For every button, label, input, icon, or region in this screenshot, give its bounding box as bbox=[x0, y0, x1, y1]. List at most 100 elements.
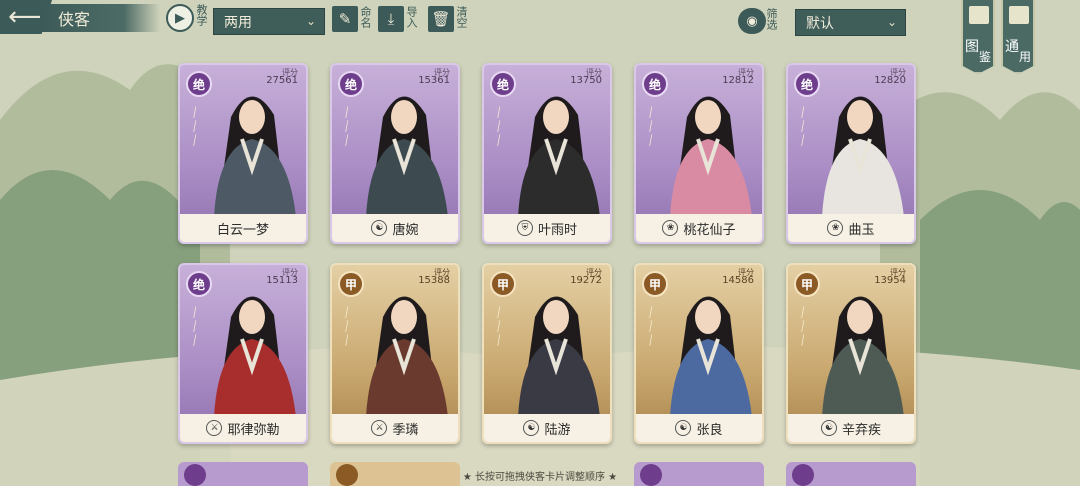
score-value: 12812 bbox=[722, 75, 754, 86]
face-shape bbox=[695, 100, 721, 134]
hero-name: 张良 bbox=[696, 422, 723, 438]
screen-label: 筛选 bbox=[765, 8, 778, 30]
name-plate: ⛨ 叶雨时 bbox=[484, 214, 610, 242]
rank-badge: 甲 bbox=[338, 271, 364, 297]
atlas-banner-button[interactable]: 图 鉴 bbox=[961, 0, 995, 74]
drag-hint-text: ★ 长按可拖拽侠客卡片调整顺序 ★ bbox=[462, 472, 618, 483]
name-plate: ☯ 张良 bbox=[636, 414, 762, 442]
play-icon: ▶ bbox=[166, 4, 194, 32]
star-icon: ⟋ bbox=[795, 132, 810, 149]
import-button[interactable]: ⤓ 导入 bbox=[378, 6, 422, 36]
rank-badge: 绝 bbox=[186, 71, 212, 97]
score-value: 15388 bbox=[418, 275, 450, 286]
hero-card[interactable]: 甲 ⟋ ⟋ ⟋ 评分 19272 ☯ 陆游 bbox=[482, 263, 612, 444]
hero-card[interactable]: 绝 ⟋ ⟋ ⟋ 评分 12812 ❀ 桃花仙子 bbox=[634, 63, 764, 244]
screen-toggle-button[interactable]: ◉ 筛选 bbox=[738, 8, 788, 38]
rank-badge: 绝 bbox=[794, 71, 820, 97]
score-value: 27561 bbox=[266, 75, 298, 86]
star-icon: ⟋ bbox=[795, 332, 810, 349]
eye-slash-icon: ◉ bbox=[738, 8, 766, 34]
top-bar: ⟵ 侠客 ▶ 教学 两用 ⌄ ✎ 命名 ⤓ 导入 🗑 清空 ◉ 筛选 默认 ⌄ … bbox=[0, 0, 1080, 74]
hero-name: 曲玉 bbox=[848, 222, 875, 238]
score-value: 13954 bbox=[874, 275, 906, 286]
score-value: 15361 bbox=[418, 75, 450, 86]
tai-chi-icon: ☯ bbox=[371, 220, 388, 236]
hero-name: 白云一梦 bbox=[216, 222, 269, 238]
face-shape bbox=[847, 300, 873, 334]
hero-card[interactable]: 绝 ⟋ ⟋ ⟋ 评分 15113 ⚔ 耶律弥勒 bbox=[178, 263, 308, 444]
hero-name: 辛弃疾 bbox=[841, 422, 881, 438]
face-shape bbox=[239, 100, 265, 134]
rename-label: 命名 bbox=[359, 6, 372, 28]
star-rating: ⟋ ⟋ ⟋ bbox=[340, 103, 360, 163]
import-label: 导入 bbox=[405, 6, 418, 28]
chevron-down-icon: ⌄ bbox=[305, 14, 316, 28]
face-shape bbox=[391, 300, 417, 334]
score-value: 14586 bbox=[722, 275, 754, 286]
face-shape bbox=[239, 300, 265, 334]
hero-portrait bbox=[214, 96, 296, 217]
scroll-icon bbox=[1009, 6, 1029, 24]
star-rating: ⟋ ⟋ ⟋ bbox=[187, 103, 208, 163]
hero-portrait bbox=[670, 296, 752, 417]
star-rating: ⟋ ⟋ ⟋ bbox=[339, 303, 360, 363]
hero-portrait bbox=[670, 96, 752, 217]
face-shape bbox=[847, 100, 873, 134]
atlas-label-2: 鉴 bbox=[979, 50, 992, 64]
hero-card[interactable]: 甲 ⟋ ⟋ ⟋ 评分 13954 ☯ 辛弃疾 bbox=[786, 263, 916, 444]
rank-badge: 甲 bbox=[490, 271, 516, 297]
general-label-2: 用 bbox=[1019, 50, 1032, 64]
star-rating: ⟋ ⟋ ⟋ bbox=[491, 303, 512, 363]
clear-button[interactable]: 🗑 清空 bbox=[428, 6, 472, 36]
brush-icon: ✎ bbox=[332, 6, 358, 32]
score-value: 12820 bbox=[874, 75, 906, 86]
tai-chi-icon: ☯ bbox=[675, 420, 692, 436]
hero-card[interactable]: 绝 ⟋ ⟋ ⟋ 评分 13750 ⛨ 叶雨时 bbox=[482, 63, 612, 244]
star-rating: ⟋ ⟋ ⟋ bbox=[644, 103, 664, 163]
star-icon: ⟋ bbox=[491, 332, 506, 349]
name-plate: ❀ 曲玉 bbox=[788, 214, 914, 242]
face-shape bbox=[695, 300, 721, 334]
name-plate: ❀ 桃花仙子 bbox=[636, 214, 762, 242]
hero-card[interactable]: 绝 ⟋ ⟋ ⟋ 评分 12820 ❀ 曲玉 bbox=[786, 63, 916, 244]
filter-dropdown[interactable]: 两用 ⌄ bbox=[213, 8, 325, 35]
hero-card[interactable]: 甲 ⟋ ⟋ ⟋ 评分 14586 ☯ 张良 bbox=[634, 263, 764, 444]
hero-name: 季璘 bbox=[392, 422, 419, 438]
lotus-icon: ❀ bbox=[662, 220, 679, 236]
tai-chi-icon: ☯ bbox=[820, 420, 837, 436]
hero-card[interactable]: 绝 ⟋ ⟋ ⟋ 评分 27561 白云一梦 bbox=[178, 63, 308, 244]
hero-name: 唐婉 bbox=[392, 222, 419, 238]
rename-button[interactable]: ✎ 命名 bbox=[332, 6, 376, 36]
hero-card[interactable]: 甲 ⟋ ⟋ ⟋ 评分 15388 ⚔ 季璘 bbox=[330, 263, 460, 444]
trash-icon: 🗑 bbox=[428, 6, 454, 32]
hero-card[interactable]: 绝 ⟋ ⟋ ⟋ 评分 15361 ☯ 唐婉 bbox=[330, 63, 460, 244]
face-shape bbox=[391, 100, 417, 134]
hero-portrait bbox=[518, 296, 600, 417]
star-icon: ⟋ bbox=[491, 132, 506, 149]
star-icon: ⟋ bbox=[339, 332, 354, 349]
rank-badge: 绝 bbox=[338, 71, 364, 97]
shield-icon: ⛨ bbox=[516, 220, 533, 236]
name-plate: ☯ 陆游 bbox=[484, 414, 610, 442]
star-rating: ⟋ ⟋ ⟋ bbox=[795, 103, 816, 163]
hero-portrait bbox=[366, 296, 448, 417]
name-plate: ☯ 辛弃疾 bbox=[788, 414, 914, 442]
book-icon bbox=[969, 6, 989, 24]
score-value: 19272 bbox=[570, 275, 602, 286]
name-plate: 白云一梦 bbox=[180, 214, 306, 242]
hero-name: 桃花仙子 bbox=[683, 222, 736, 238]
hero-portrait bbox=[822, 96, 904, 217]
hero-portrait bbox=[822, 296, 904, 417]
score-value: 13750 bbox=[570, 75, 602, 86]
star-icon: ⟋ bbox=[187, 132, 202, 149]
rank-badge: 绝 bbox=[186, 271, 212, 297]
tutorial-button[interactable]: ▶ 教学 bbox=[166, 4, 208, 34]
lotus-icon: ❀ bbox=[827, 220, 844, 236]
general-banner-button[interactable]: 通 用 bbox=[1001, 0, 1035, 74]
sort-dropdown[interactable]: 默认 ⌄ bbox=[795, 9, 906, 36]
general-label-1: 通 bbox=[1005, 39, 1019, 55]
hero-name: 叶雨时 bbox=[537, 222, 577, 238]
sword-icon: ⚔ bbox=[206, 420, 223, 436]
download-icon: ⤓ bbox=[378, 6, 404, 32]
face-shape bbox=[543, 300, 569, 334]
